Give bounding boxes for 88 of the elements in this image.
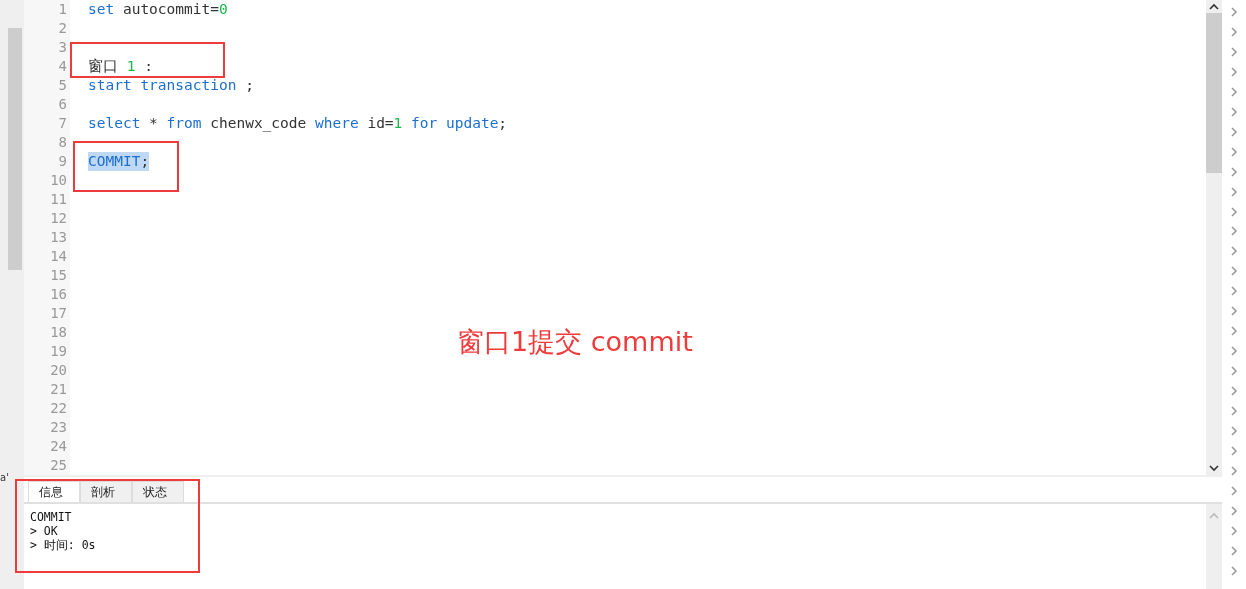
stray-text: a' xyxy=(0,472,9,483)
line-number: 10 xyxy=(49,171,68,190)
line-number: 17 xyxy=(49,304,68,323)
chevron-right-icon[interactable] xyxy=(1230,186,1238,197)
code-token: update xyxy=(444,114,499,133)
code-token: ; xyxy=(498,114,508,133)
line-number: 11 xyxy=(49,190,68,209)
code-token: autocommit= xyxy=(121,0,219,19)
line-number: 9 xyxy=(57,152,68,171)
line-number: 25 xyxy=(49,456,68,475)
line-number: 21 xyxy=(49,380,68,399)
code-token: start transaction xyxy=(88,76,237,95)
chevron-right-icon[interactable] xyxy=(1230,286,1238,297)
message-line: COMMIT xyxy=(30,510,73,524)
chevron-right-icon[interactable] xyxy=(1230,106,1238,117)
code-token: select xyxy=(88,114,141,133)
chevron-right-icon[interactable] xyxy=(1230,26,1238,37)
message-line: > OK xyxy=(30,524,59,538)
line-number: 16 xyxy=(49,285,68,304)
line-number: 4 xyxy=(57,57,68,76)
panel-tab[interactable]: 剖析 xyxy=(80,481,132,502)
chevron-right-icon[interactable] xyxy=(1230,445,1238,456)
chevron-right-icon[interactable] xyxy=(1230,386,1238,397)
line-number: 20 xyxy=(49,361,68,380)
chevron-right-icon[interactable] xyxy=(1230,426,1238,436)
line-number: 15 xyxy=(49,266,68,285)
chevron-right-icon[interactable] xyxy=(1230,206,1238,217)
code-token: COMMIT xyxy=(88,152,141,171)
line-number: 6 xyxy=(57,95,68,114)
scroll-up-icon[interactable] xyxy=(1209,3,1219,10)
code-token: from xyxy=(166,114,202,133)
scroll-down-icon[interactable] xyxy=(1209,465,1219,472)
chevron-right-icon[interactable] xyxy=(1230,66,1238,77)
chevron-right-icon[interactable] xyxy=(1230,86,1238,97)
code-token: ; xyxy=(244,76,254,95)
code-token: ; xyxy=(140,152,150,171)
line-number: 5 xyxy=(57,76,68,95)
line-number: 24 xyxy=(49,437,68,456)
chevron-right-icon[interactable] xyxy=(1230,46,1238,57)
chevron-right-icon[interactable] xyxy=(1230,226,1238,237)
line-number: 13 xyxy=(49,228,68,247)
vertical-scrollbar[interactable] xyxy=(1206,0,1222,475)
chevron-right-icon[interactable] xyxy=(1230,246,1238,257)
chevron-right-icon[interactable] xyxy=(1230,565,1238,576)
code-token: chenwx_code xyxy=(209,114,308,133)
line-number: 7 xyxy=(57,114,68,133)
line-number: 3 xyxy=(57,38,68,57)
line-number: 23 xyxy=(49,418,68,437)
code-token: set xyxy=(88,0,115,19)
chevron-right-icon[interactable] xyxy=(1230,326,1238,337)
code-token: for xyxy=(410,114,438,133)
line-number: 18 xyxy=(49,323,68,342)
line-number: 19 xyxy=(49,342,68,361)
chevron-right-icon[interactable] xyxy=(1230,525,1238,536)
panel-tab[interactable]: 状态 xyxy=(132,481,184,502)
line-number: 14 xyxy=(49,247,68,266)
line-number: 2 xyxy=(57,19,68,38)
code-token: : xyxy=(143,57,153,76)
code-token: 0 xyxy=(218,0,228,19)
code-token: 1 xyxy=(126,57,136,76)
chevron-right-icon[interactable] xyxy=(1230,485,1238,496)
panel-tab[interactable]: 信息 xyxy=(28,481,80,502)
line-number: 12 xyxy=(49,209,68,228)
code-token: 窗口 xyxy=(88,57,119,76)
chevron-right-icon[interactable] xyxy=(1230,6,1238,17)
chevron-right-icon[interactable] xyxy=(1230,366,1238,377)
chevron-right-icon[interactable] xyxy=(1230,346,1238,357)
chevron-right-icon[interactable] xyxy=(1230,406,1238,417)
code-token: * xyxy=(148,114,159,133)
scrollbar-thumb[interactable] xyxy=(1206,13,1222,173)
chevron-right-icon[interactable] xyxy=(1230,465,1238,476)
code-token: where xyxy=(315,114,359,133)
line-number: 1 xyxy=(57,0,68,19)
scrollbar-thumb[interactable] xyxy=(8,28,22,270)
chevron-right-icon[interactable] xyxy=(1230,126,1238,137)
message-line: > 时间: 0s xyxy=(30,538,97,552)
annotation-text: 窗口1提交 commit xyxy=(457,325,693,359)
line-number: 8 xyxy=(57,133,68,152)
chevron-right-icon[interactable] xyxy=(1230,505,1238,516)
chevron-right-icon[interactable] xyxy=(1230,166,1238,177)
code-token: 1 xyxy=(393,114,403,133)
chevron-right-icon[interactable] xyxy=(1230,545,1238,556)
line-number: 22 xyxy=(49,399,68,418)
vertical-scrollbar[interactable] xyxy=(1206,504,1222,589)
chevron-right-icon[interactable] xyxy=(1230,146,1238,157)
chevron-right-icon[interactable] xyxy=(1230,306,1238,317)
code-token: id= xyxy=(366,114,394,133)
chevron-right-icon[interactable] xyxy=(1230,266,1238,277)
